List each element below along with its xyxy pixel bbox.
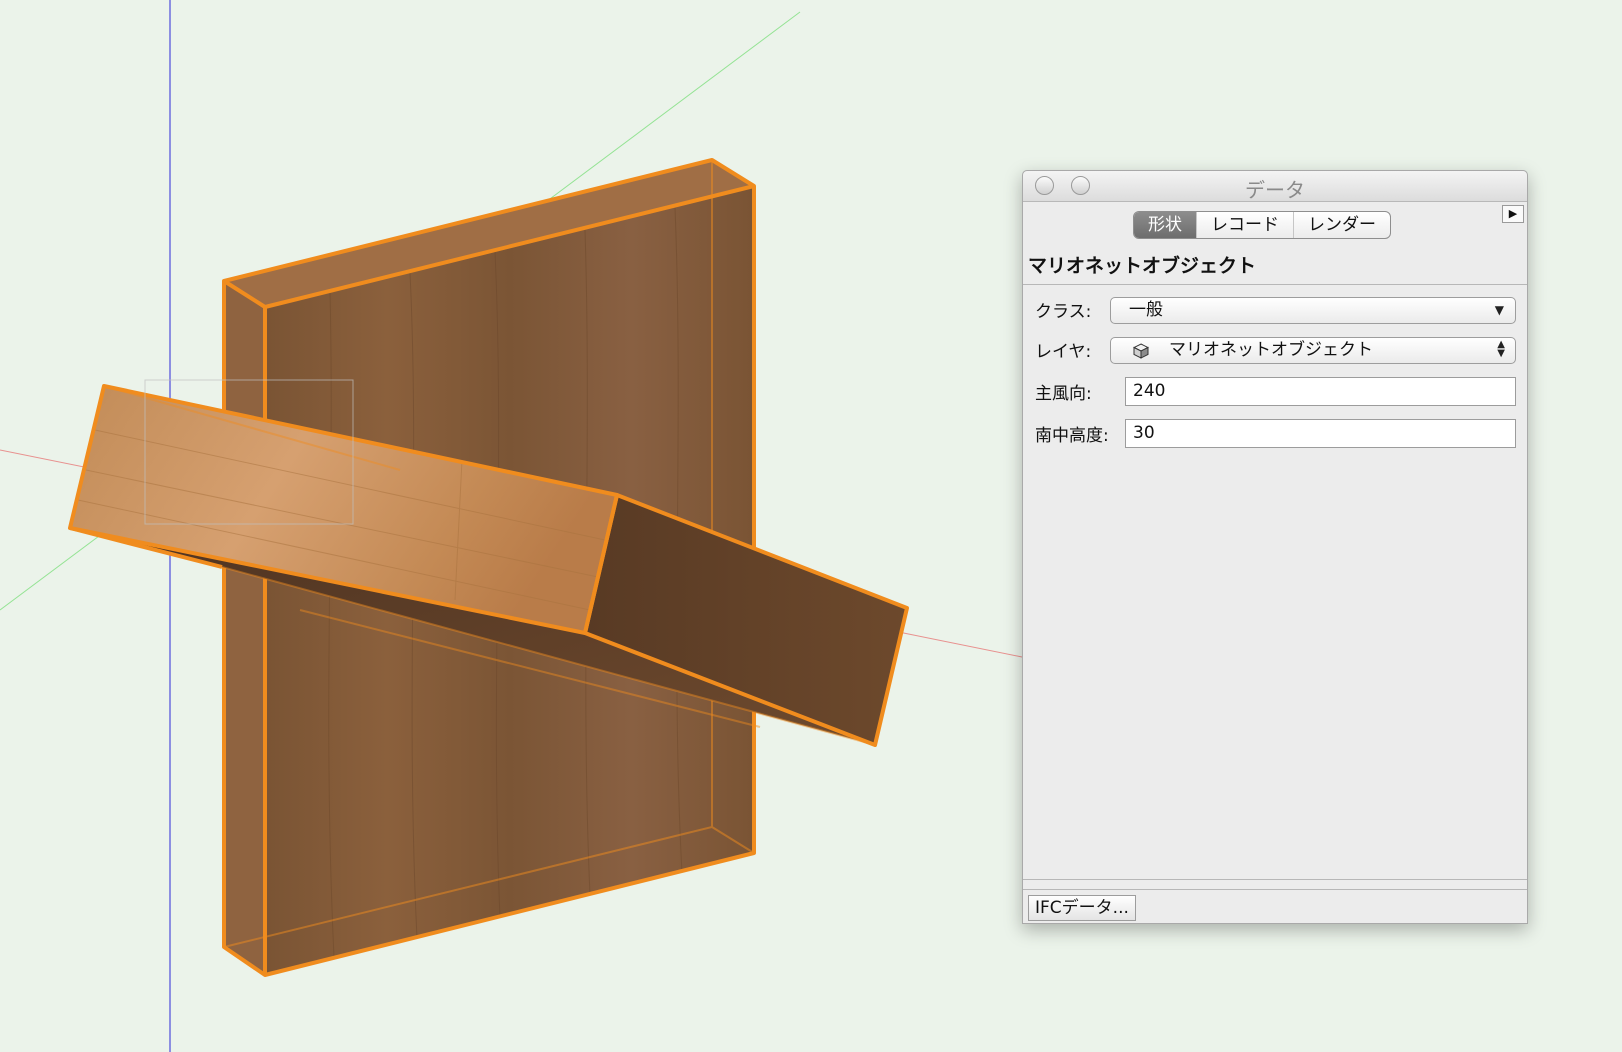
tab-record[interactable]: レコード (1196, 212, 1293, 238)
tab-render[interactable]: レンダー (1293, 212, 1390, 238)
data-palette: データ 形状 レコード レンダー ▶ マリオネットオブジェクト クラス: 一般 … (1022, 170, 1528, 924)
updown-arrows-icon: ▲ ▼ (1497, 339, 1505, 359)
layer-popup[interactable]: マリオネットオブジェクト ▲ ▼ (1110, 337, 1516, 364)
palette-titlebar[interactable]: データ (1023, 171, 1527, 202)
triangle-right-icon[interactable]: ▶ (1502, 205, 1524, 223)
wind-direction-label: 主風向: (1035, 384, 1092, 404)
tab-shape[interactable]: 形状 (1134, 212, 1196, 238)
ifc-data-button[interactable]: IFCデータ... (1028, 895, 1136, 921)
layer-label: レイヤ: (1035, 342, 1092, 362)
class-label: クラス: (1035, 302, 1092, 322)
object-type-heading: マリオネットオブジェクト (1028, 255, 1257, 277)
palette-tabs: 形状 レコード レンダー (1133, 211, 1391, 239)
sun-altitude-label: 南中高度: (1035, 426, 1109, 446)
class-value: 一般 (1129, 300, 1163, 320)
palette-title: データ (1245, 178, 1305, 202)
sun-altitude-field[interactable]: 30 (1125, 419, 1516, 448)
wind-direction-field[interactable]: 240 (1125, 377, 1516, 406)
divider (1023, 284, 1527, 285)
cube-icon (1133, 343, 1149, 359)
divider (1023, 889, 1527, 890)
divider (1023, 879, 1527, 880)
class-popup[interactable]: 一般 ▼ (1110, 297, 1516, 324)
layer-value: マリオネットオブジェクト (1169, 340, 1373, 360)
chevron-down-icon: ▼ (1494, 303, 1504, 317)
